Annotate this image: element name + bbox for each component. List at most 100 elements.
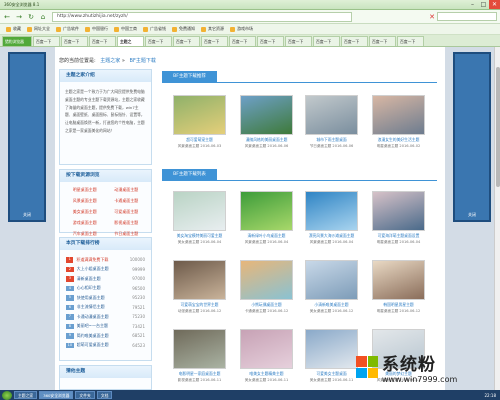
ranking-row[interactable]: 10 超萌可爱桌面主题 64523	[66, 341, 145, 351]
taskbar-button[interactable]: 主题之家	[14, 391, 38, 399]
theme-card[interactable]: 漂亮风景大海沙滩桌面主题 风景桌面主题 2016-06-04	[305, 191, 358, 245]
browser-tab[interactable]: 百度一下	[369, 36, 396, 46]
theme-title[interactable]: 唯美女主题精美主题	[240, 371, 293, 377]
browser-tab[interactable]: 百度一下	[257, 36, 284, 46]
theme-thumbnail[interactable]	[372, 191, 425, 231]
rank-name[interactable]: 积道满满免费下载	[76, 257, 129, 263]
theme-thumbnail[interactable]	[372, 95, 425, 135]
ranking-row[interactable]: 3 清新桌面主题 97000	[66, 274, 145, 284]
theme-title[interactable]: 电影明星一家庭桌面主题	[173, 371, 226, 377]
browser-tab[interactable]: 百度一下	[173, 36, 200, 46]
rank-name[interactable]: 卡通动漫桌面主题	[77, 314, 133, 320]
browser-tab[interactable]: 百度一下	[61, 36, 88, 46]
taskbar-button[interactable]: 文档	[96, 391, 113, 399]
category-link[interactable]: 美女桌面主题	[66, 209, 104, 215]
favorite-link[interactable]: 广告省钱	[143, 26, 166, 32]
category-link[interactable]: 可爱桌面主题	[108, 209, 146, 215]
home-icon[interactable]: ⌂	[38, 12, 48, 22]
browser-tab[interactable]: 主题之	[117, 36, 144, 46]
right-ad-close[interactable]: 关闭	[455, 212, 489, 218]
address-bar[interactable]: http://www.zhutizhijia.net/zyzh/	[52, 11, 352, 22]
left-ad-close[interactable]: 关闭	[10, 212, 44, 218]
browser-tab[interactable]: 百度一下	[229, 36, 256, 46]
rank-name[interactable]: 超萌可爱桌面主题	[77, 342, 133, 348]
theme-card[interactable]: 清新绿叶小鸟桌面主题 风景桌面主题 2016-06-04	[240, 191, 293, 245]
theme-card[interactable]: 可爱萌宝宝的世界主题 动漫桌面主题 2016-06-12	[173, 260, 226, 314]
theme-thumbnail[interactable]	[173, 329, 226, 369]
theme-title[interactable]: 浪漫女生的美好生活主题	[372, 137, 425, 143]
theme-thumbnail[interactable]	[240, 329, 293, 369]
ranking-row[interactable]: 6 非主流情侣主题 79521	[66, 303, 145, 313]
theme-thumbnail[interactable]	[305, 329, 358, 369]
theme-thumbnail[interactable]	[305, 95, 358, 135]
rank-name[interactable]: 美丽吧~一台主题	[77, 323, 133, 329]
theme-card[interactable]: 小清新唯美桌面主题 美女桌面主题 2016-06-12	[305, 260, 358, 314]
theme-card[interactable]: 美女淘宝模特美丽可爱主题 美女桌面主题 2016-06-04	[173, 191, 226, 245]
right-side-ad[interactable]: 关闭	[453, 52, 491, 222]
theme-thumbnail[interactable]	[173, 95, 226, 135]
theme-title[interactable]: 清新绿叶小鸟桌面主题	[240, 233, 293, 239]
ranking-row[interactable]: 5 快使用桌面主题 95230	[66, 293, 145, 303]
rank-name[interactable]: 心心相印主题	[77, 285, 133, 291]
theme-thumbnail[interactable]	[173, 191, 226, 231]
browser-tab[interactable]: 百度一下	[285, 36, 312, 46]
breadcrumb-home-link[interactable]: 主题之家	[100, 58, 120, 64]
theme-thumbnail[interactable]	[240, 260, 293, 300]
theme-title[interactable]: 可爱海洋萌主题桌面设置	[372, 233, 425, 239]
category-link[interactable]: 明星桌面主题	[66, 187, 104, 193]
theme-title[interactable]: 韩国明星男星主题	[372, 302, 425, 308]
search-input[interactable]	[437, 12, 497, 21]
theme-card[interactable]: 电影明星一家庭桌面主题 影视桌面主题 2016-06-11	[173, 329, 226, 383]
theme-card[interactable]: 浪漫女生的美好生活主题 明星桌面主题 2016-06-02	[372, 95, 425, 149]
minimize-button[interactable]: –	[467, 0, 478, 9]
browser-tab[interactable]: 猎豹浏览器	[2, 36, 32, 46]
category-link[interactable]: 动漫桌面主题	[108, 187, 146, 193]
start-button[interactable]	[2, 390, 12, 400]
theme-card[interactable]: 可爱美女主题桌面 美女桌面主题 2016-06-11	[305, 329, 358, 383]
close-button[interactable]: ✕	[489, 0, 500, 9]
theme-card[interactable]: 可爱海洋萌主题桌面设置 明星桌面主题 2016-06-04	[372, 191, 425, 245]
breadcrumb-current-link[interactable]: BF主题下载	[130, 58, 156, 64]
theme-title[interactable]: 可爱萌宝宝的世界主题	[173, 302, 226, 308]
theme-title[interactable]: 美女淘宝模特美丽可爱主题	[173, 233, 226, 239]
theme-card[interactable]: 韩国明星男星主题 明星桌面主题 2016-06-12	[372, 260, 425, 314]
vertical-scrollbar[interactable]	[494, 47, 500, 390]
favorite-link[interactable]: 收藏	[6, 26, 21, 32]
theme-title[interactable]: 超可爱萌宠主题	[173, 137, 226, 143]
browser-tab[interactable]: 百度一下	[145, 36, 172, 46]
theme-card[interactable]: 超可爱萌宠主题 风景桌面主题 2016-06-03	[173, 95, 226, 149]
browser-tab[interactable]: 百度一下	[313, 36, 340, 46]
taskbar-button[interactable]: 文件夹	[75, 391, 95, 399]
category-link[interactable]: 影视桌面主题	[108, 220, 146, 226]
theme-title[interactable]: 漂亮风景大海沙滩桌面主题	[305, 233, 358, 239]
browser-tab[interactable]: 百度一下	[341, 36, 368, 46]
favorite-link[interactable]: 中国工商	[114, 26, 137, 32]
theme-thumbnail[interactable]	[173, 260, 226, 300]
ranking-row[interactable]: 4 心心相印主题 96500	[66, 284, 145, 294]
theme-title[interactable]: 可爱美女主题桌面	[305, 371, 358, 377]
favorite-link[interactable]: 中国银行	[85, 26, 108, 32]
favorite-link[interactable]: 广告软件	[56, 26, 79, 32]
theme-thumbnail[interactable]	[305, 191, 358, 231]
theme-card[interactable]: 城市下雨主题桌面 节日桌面主题 2016-06-06	[305, 95, 358, 149]
rank-name[interactable]: 大上小姐桌面主题	[77, 266, 133, 272]
favorite-link[interactable]: 其它资源	[201, 26, 224, 32]
rank-name[interactable]: 快使用桌面主题	[77, 295, 133, 301]
favorite-link[interactable]: 免费通知	[172, 26, 195, 32]
rank-name[interactable]: 非主流情侣主题	[77, 304, 133, 310]
favorite-link[interactable]: 游戏市场	[230, 26, 253, 32]
browser-tab[interactable]: 百度一下	[201, 36, 228, 46]
category-link[interactable]: 卡通桌面主题	[108, 198, 146, 204]
theme-card[interactable]: 漫随风格的美丽桌面主题 风景桌面主题 2016-06-06	[240, 95, 293, 149]
theme-thumbnail[interactable]	[305, 260, 358, 300]
stop-icon[interactable]: ✕	[429, 13, 435, 21]
forward-icon[interactable]: →	[14, 12, 24, 22]
browser-tab[interactable]: 百度一下	[33, 36, 60, 46]
ranking-row[interactable]: 7 卡通动漫桌面主题 75230	[66, 312, 145, 322]
theme-title[interactable]: 漫随风格的美丽桌面主题	[240, 137, 293, 143]
ranking-row[interactable]: 2 大上小姐桌面主题 99999	[66, 265, 145, 275]
category-link[interactable]: 游戏桌面主题	[66, 220, 104, 226]
theme-title[interactable]: 小清新唯美桌面主题	[305, 302, 358, 308]
scrollbar-thumb[interactable]	[496, 67, 500, 187]
refresh-icon[interactable]: ↻	[26, 12, 36, 22]
